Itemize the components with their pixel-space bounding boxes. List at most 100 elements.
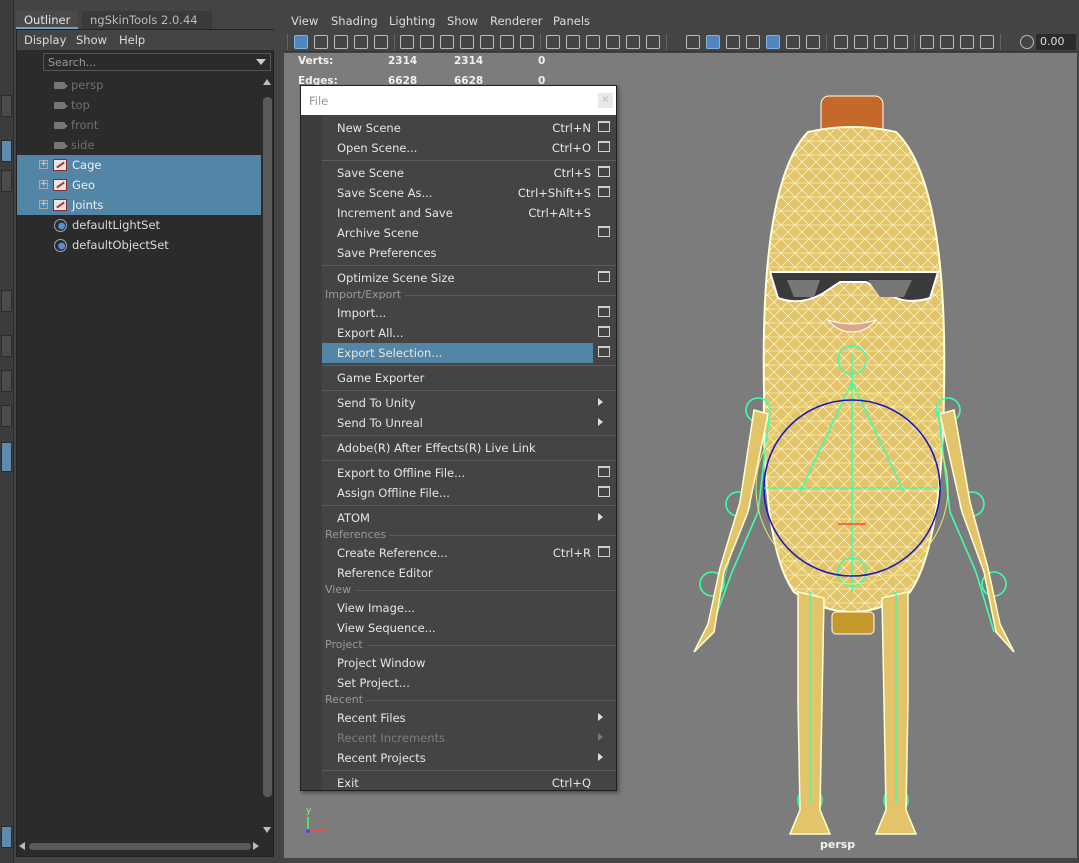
menu-lighting[interactable]: Lighting [389,14,435,28]
menu-item-save-preferences[interactable]: Save Preferences [322,243,593,263]
menu-item-export-selection[interactable]: Export Selection... [322,343,593,363]
option-box-icon[interactable] [598,306,610,317]
tool-button[interactable] [1,826,12,848]
camera-attributes-icon[interactable] [420,35,434,49]
menu-item-game-exporter[interactable]: Game Exporter [322,368,593,388]
safe-title-icon[interactable] [646,35,660,49]
option-box-icon[interactable] [598,186,610,197]
menu-item-exit[interactable]: Exit Ctrl+Q [322,773,593,793]
option-box-icon[interactable] [598,226,610,237]
xray-active-icon[interactable] [960,35,974,49]
horizontal-scrollbar[interactable] [19,840,259,852]
option-box-icon[interactable] [598,466,610,477]
grease-pencil-icon[interactable] [520,35,534,49]
menu-renderer[interactable]: Renderer [490,14,543,28]
expand-icon[interactable]: + [39,180,48,189]
tree-item-front[interactable]: front [17,115,261,135]
menu-item-create-reference[interactable]: Create Reference... Ctrl+R [322,543,593,563]
menu-item-archive-scene[interactable]: Archive Scene [322,223,593,243]
safe-action-icon[interactable] [586,35,600,49]
shadows-icon[interactable] [806,35,820,49]
menu-view[interactable]: View [291,14,318,28]
menu-item-recent-projects[interactable]: Recent Projects [322,748,603,768]
smooth-shade-icon[interactable] [706,35,720,49]
resolution-icon[interactable] [980,35,994,49]
menu-item-assign-offline-file[interactable]: Assign Offline File... [322,483,593,503]
scrollbar-thumb[interactable] [263,97,272,797]
menu-item-open-scene[interactable]: Open Scene... Ctrl+O [322,138,593,158]
file-menu-titlebar[interactable]: File × [301,86,616,115]
expand-icon[interactable]: + [39,200,48,209]
vertical-scrollbar[interactable] [262,75,273,835]
menu-item-new-scene[interactable]: New Scene Ctrl+N [322,118,593,138]
isolate-select-icon[interactable] [920,35,934,49]
menu-item-set-project[interactable]: Set Project... [322,673,593,693]
menu-item-project-window[interactable]: Project Window [322,653,593,673]
default-material-icon[interactable] [726,35,740,49]
move-icon[interactable] [500,35,514,49]
frame-icon[interactable] [314,35,328,49]
option-box-icon[interactable] [598,326,610,337]
tool-button[interactable] [1,370,12,392]
xray-joints-icon[interactable] [940,35,954,49]
menu-item-view-image[interactable]: View Image... [322,598,593,618]
tool-button[interactable] [1,442,12,472]
tool-button[interactable] [1,335,12,357]
tree-item-joints[interactable]: + Joints [17,195,261,215]
option-box-icon[interactable] [598,546,610,557]
field-chart-icon[interactable] [606,35,620,49]
scroll-right-icon[interactable] [253,842,259,850]
tool-button[interactable] [1,170,12,192]
wireframe-on-shaded-icon[interactable] [746,35,760,49]
ambient-occlusion-icon[interactable] [834,35,848,49]
safe-area-icon[interactable] [626,35,640,49]
scroll-down-icon[interactable] [263,827,271,833]
grid-icon[interactable] [546,35,560,49]
menu-show[interactable]: Show [76,33,107,47]
pan-icon[interactable] [480,35,494,49]
depth-of-field-icon[interactable] [894,35,908,49]
option-box-icon[interactable] [598,121,610,132]
tool-button[interactable] [1,405,12,427]
menu-item-send-to-unreal[interactable]: Send To Unreal [322,413,603,433]
menu-item-after-effects-live-link[interactable]: Adobe(R) After Effects(R) Live Link [322,438,593,458]
motion-blur-icon[interactable] [854,35,868,49]
scroll-up-icon[interactable] [263,79,271,85]
menu-item-save-scene[interactable]: Save Scene Ctrl+S [322,163,593,183]
menu-panels[interactable]: Panels [553,14,590,28]
lights-icon[interactable] [786,35,800,49]
menu-item-recent-files[interactable]: Recent Files [322,708,603,728]
select-camera-icon[interactable] [294,35,308,49]
close-icon[interactable]: × [598,93,613,108]
tab-ngskintools[interactable]: ngSkinTools 2.0.44 [82,11,212,29]
menu-help[interactable]: Help [119,33,145,47]
scroll-left-icon[interactable] [19,842,25,850]
menu-item-export-offline-file[interactable]: Export to Offline File... [322,463,593,483]
menu-item-view-sequence[interactable]: View Sequence... [322,618,593,638]
anti-aliasing-icon[interactable] [874,35,888,49]
tool-button[interactable] [1,290,12,312]
tree-item-persp[interactable]: persp [17,75,261,95]
resolution-gate-icon[interactable] [374,35,388,49]
option-box-icon[interactable] [598,486,610,497]
scrollbar-thumb[interactable] [29,843,251,850]
tree-item-top[interactable]: top [17,95,261,115]
tool-button[interactable] [1,140,12,162]
menu-item-reference-editor[interactable]: Reference Editor [322,563,593,583]
menu-item-optimize-scene-size[interactable]: Optimize Scene Size [322,268,593,288]
menu-shading[interactable]: Shading [331,14,378,28]
option-box-icon[interactable] [598,141,610,152]
menu-item-increment-and-save[interactable]: Increment and Save Ctrl+Alt+S [322,203,593,223]
tree-item-defaultobjectset[interactable]: defaultObjectSet [17,235,261,255]
banana-character-model[interactable] [690,92,1020,837]
tree-item-geo[interactable]: + Geo [17,175,261,195]
option-box-icon[interactable] [598,346,610,357]
option-box-icon[interactable] [598,271,610,282]
menu-item-atom[interactable]: ATOM [322,508,603,528]
tree-item-cage[interactable]: + Cage [17,155,261,175]
menu-display[interactable]: Display [24,33,66,47]
tool-button[interactable] [1,95,12,117]
xray-icon[interactable] [766,35,780,49]
tree-item-side[interactable]: side [17,135,261,155]
camera-icon[interactable] [400,35,414,49]
